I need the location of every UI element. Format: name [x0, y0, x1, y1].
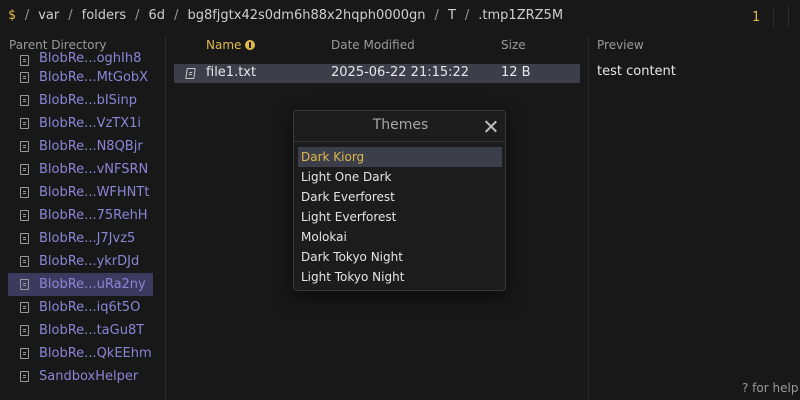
- breadcrumb-separator: /: [464, 8, 470, 23]
- breadcrumb-separator: /: [434, 8, 439, 23]
- column-header-name-label: Name: [206, 38, 242, 52]
- parent-list-item-label: BlobRe...WFHNTt: [39, 185, 150, 200]
- breadcrumb-segment[interactable]: .tmp1ZRZ5M: [478, 8, 563, 23]
- parent-list-item-label: SandboxHelper: [39, 369, 139, 384]
- dialog-divider: [294, 141, 505, 142]
- file-icon: [20, 348, 29, 359]
- theme-option[interactable]: Dark Everforest: [298, 187, 502, 207]
- toolbar-divider: [773, 6, 774, 28]
- parent-list-item-label: BlobRe...J7Jvz5: [39, 231, 136, 246]
- sort-indicator-icon: [245, 40, 256, 50]
- file-icon: [20, 279, 29, 290]
- column-header-size[interactable]: Size: [501, 38, 526, 52]
- breadcrumb-separator: /: [135, 8, 140, 23]
- selection-count-badge: 1: [752, 10, 761, 25]
- parent-list-item[interactable]: BlobRe...taGu8T: [8, 319, 153, 342]
- parent-list-item-label: BlobRe...ykrDJd: [39, 254, 140, 269]
- parent-list-item[interactable]: BlobRe...bISinp: [8, 89, 153, 112]
- preview-pane-title: Preview: [597, 38, 644, 52]
- file-icon: [20, 210, 29, 221]
- preview-content: test content: [597, 64, 676, 79]
- parent-list-item[interactable]: BlobRe...QkEEhm: [8, 342, 153, 365]
- theme-option[interactable]: Molokai: [298, 227, 502, 247]
- theme-option[interactable]: Light One Dark: [298, 167, 502, 187]
- parent-list-item-label: BlobRe...N8QBjr: [39, 139, 143, 154]
- parent-list-item[interactable]: BlobRe...MtGobX: [8, 66, 153, 89]
- file-icon: [20, 141, 29, 152]
- preview-pane: Preview test content: [589, 36, 800, 400]
- help-hint[interactable]: ? for help: [742, 381, 798, 395]
- breadcrumb-segment[interactable]: folders: [82, 8, 127, 23]
- breadcrumb-segment[interactable]: T: [448, 8, 456, 23]
- parent-list-item-label: BlobRe...QkEEhm: [39, 346, 152, 361]
- parent-list-item-label: BlobRe...vNFSRN: [39, 162, 149, 177]
- breadcrumb-root[interactable]: $: [8, 8, 16, 23]
- column-header-name[interactable]: Name: [206, 38, 256, 52]
- parent-list-item[interactable]: BlobRe...N8QBjr: [8, 135, 153, 158]
- breadcrumb-separator: /: [24, 8, 30, 23]
- parent-list-item[interactable]: BlobRe...WFHNTt: [8, 181, 153, 204]
- theme-option[interactable]: Light Tokyo Night: [298, 267, 502, 287]
- breadcrumb: $ / var / folders / 6d / bg8fjgtx42s0dm6…: [8, 8, 563, 23]
- parent-list-item-label: BlobRe...uRa2ny: [39, 277, 146, 292]
- parent-list-item[interactable]: BlobRe...vNFSRN: [8, 158, 153, 181]
- breadcrumb-separator: /: [174, 8, 179, 23]
- parent-list-item[interactable]: BlobRe...75RehH: [8, 204, 153, 227]
- file-icon: [20, 325, 29, 336]
- file-icon: [20, 164, 29, 175]
- toolbar-divider: [788, 6, 789, 28]
- breadcrumb-segment[interactable]: var: [38, 8, 59, 23]
- file-manager-window: $ / var / folders / 6d / bg8fjgtx42s0dm6…: [0, 0, 800, 400]
- file-icon: [20, 55, 29, 66]
- parent-list-item-label: BlobRe...75RehH: [39, 208, 148, 223]
- parent-list-item[interactable]: BlobRe...J7Jvz5: [8, 227, 153, 250]
- parent-list-item[interactable]: SandboxHelper: [8, 365, 153, 388]
- theme-option-selected[interactable]: Dark Kiorg: [298, 147, 502, 167]
- parent-list-item-label: BlobRe...oghIh8: [39, 52, 142, 66]
- file-row-selected[interactable]: file1.txt 2025-06-22 21:15:22 12 B: [174, 64, 580, 83]
- parent-list-item-selected[interactable]: BlobRe...uRa2ny: [8, 273, 153, 296]
- parent-pane-title: Parent Directory: [9, 38, 107, 52]
- parent-directory-pane: Parent Directory BlobRe...oghIh8 BlobRe.…: [0, 36, 165, 400]
- parent-list-item-label: BlobRe...MtGobX: [39, 70, 149, 85]
- file-icon: [20, 371, 29, 382]
- file-date-modified: 2025-06-22 21:15:22: [331, 65, 470, 80]
- parent-list-item-label: BlobRe...taGu8T: [39, 323, 145, 338]
- close-icon[interactable]: [484, 120, 497, 133]
- parent-list-item-label: BlobRe...iq6t5O: [39, 300, 141, 315]
- file-icon: [20, 95, 29, 106]
- file-icon: [20, 256, 29, 267]
- breadcrumb-segment[interactable]: bg8fjgtx42s0dm6h88x2hqph0000gn: [187, 8, 425, 23]
- file-icon: [20, 233, 29, 244]
- parent-list-item[interactable]: BlobRe...VzTX1i: [8, 112, 153, 135]
- file-size: 12 B: [501, 65, 531, 80]
- parent-list-item[interactable]: BlobRe...ykrDJd: [8, 250, 153, 273]
- themes-dialog: Themes Dark Kiorg Light One Dark Dark Ev…: [293, 110, 506, 291]
- file-icon: [20, 302, 29, 313]
- breadcrumb-separator: /: [68, 8, 73, 23]
- breadcrumb-segment[interactable]: 6d: [149, 8, 166, 23]
- parent-list-item[interactable]: BlobRe...iq6t5O: [8, 296, 153, 319]
- parent-directory-list: BlobRe...oghIh8 BlobRe...MtGobX BlobRe..…: [8, 52, 153, 388]
- theme-list: Dark Kiorg Light One Dark Dark Everfores…: [298, 147, 502, 287]
- theme-option[interactable]: Dark Tokyo Night: [298, 247, 502, 267]
- file-icon: [20, 72, 29, 83]
- parent-list-item-label: BlobRe...VzTX1i: [39, 116, 142, 131]
- column-header-date[interactable]: Date Modified: [331, 38, 415, 52]
- file-icon: [185, 68, 196, 79]
- theme-option[interactable]: Light Everforest: [298, 207, 502, 227]
- parent-list-item[interactable]: BlobRe...oghIh8: [8, 52, 153, 66]
- file-icon: [20, 187, 29, 198]
- top-bar: $ / var / folders / 6d / bg8fjgtx42s0dm6…: [0, 0, 800, 34]
- file-name: file1.txt: [206, 65, 257, 80]
- themes-dialog-title: Themes: [372, 117, 429, 133]
- parent-list-item-label: BlobRe...bISinp: [39, 93, 138, 108]
- file-icon: [20, 118, 29, 129]
